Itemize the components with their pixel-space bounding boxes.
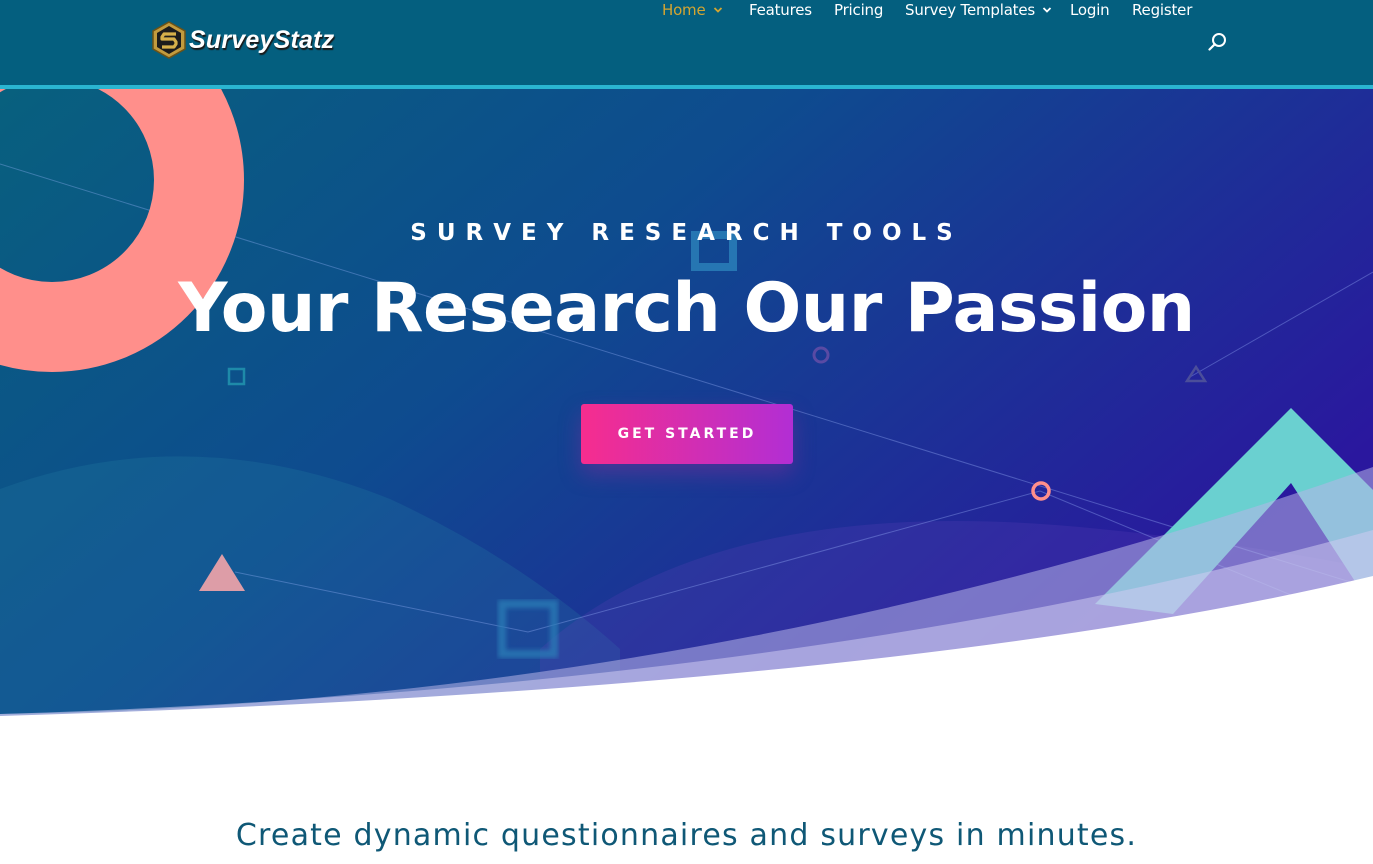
logo-text: SurveyStatz [189,25,335,54]
hero-title: Your Research Our Passion [178,269,1195,348]
nav-item-label: Register [1132,1,1193,19]
nav-item-label: Survey Templates [905,1,1036,19]
nav-item-survey-templates[interactable]: Survey Templates [905,0,1052,20]
logo-mark-icon [152,21,186,59]
nav-item-label: Features [749,1,812,19]
nav-item-pricing[interactable]: Pricing [834,0,883,20]
nav-item-features[interactable]: Features [749,0,812,20]
nav-item-label: Home [662,1,706,19]
nav-item-home[interactable]: Home [662,0,723,20]
site-header: SurveyStatz Home Features Pricing Survey… [0,0,1373,85]
nav-item-register[interactable]: Register [1132,0,1192,20]
header-accent-line [0,85,1373,89]
nav-item-login[interactable]: Login [1070,0,1110,20]
site-logo[interactable]: SurveyStatz [151,20,334,60]
nav-item-label: Pricing [834,1,884,19]
chevron-down-icon [713,7,722,13]
search-icon[interactable] [1208,32,1228,52]
hero-eyebrow: SURVEY RESEARCH TOOLS [410,220,963,246]
chevron-down-icon [1042,7,1052,13]
get-started-button[interactable]: GET STARTED [581,404,793,464]
nav-item-label: Login [1070,1,1110,19]
section-tagline: Create dynamic questionnaires and survey… [235,818,1138,853]
